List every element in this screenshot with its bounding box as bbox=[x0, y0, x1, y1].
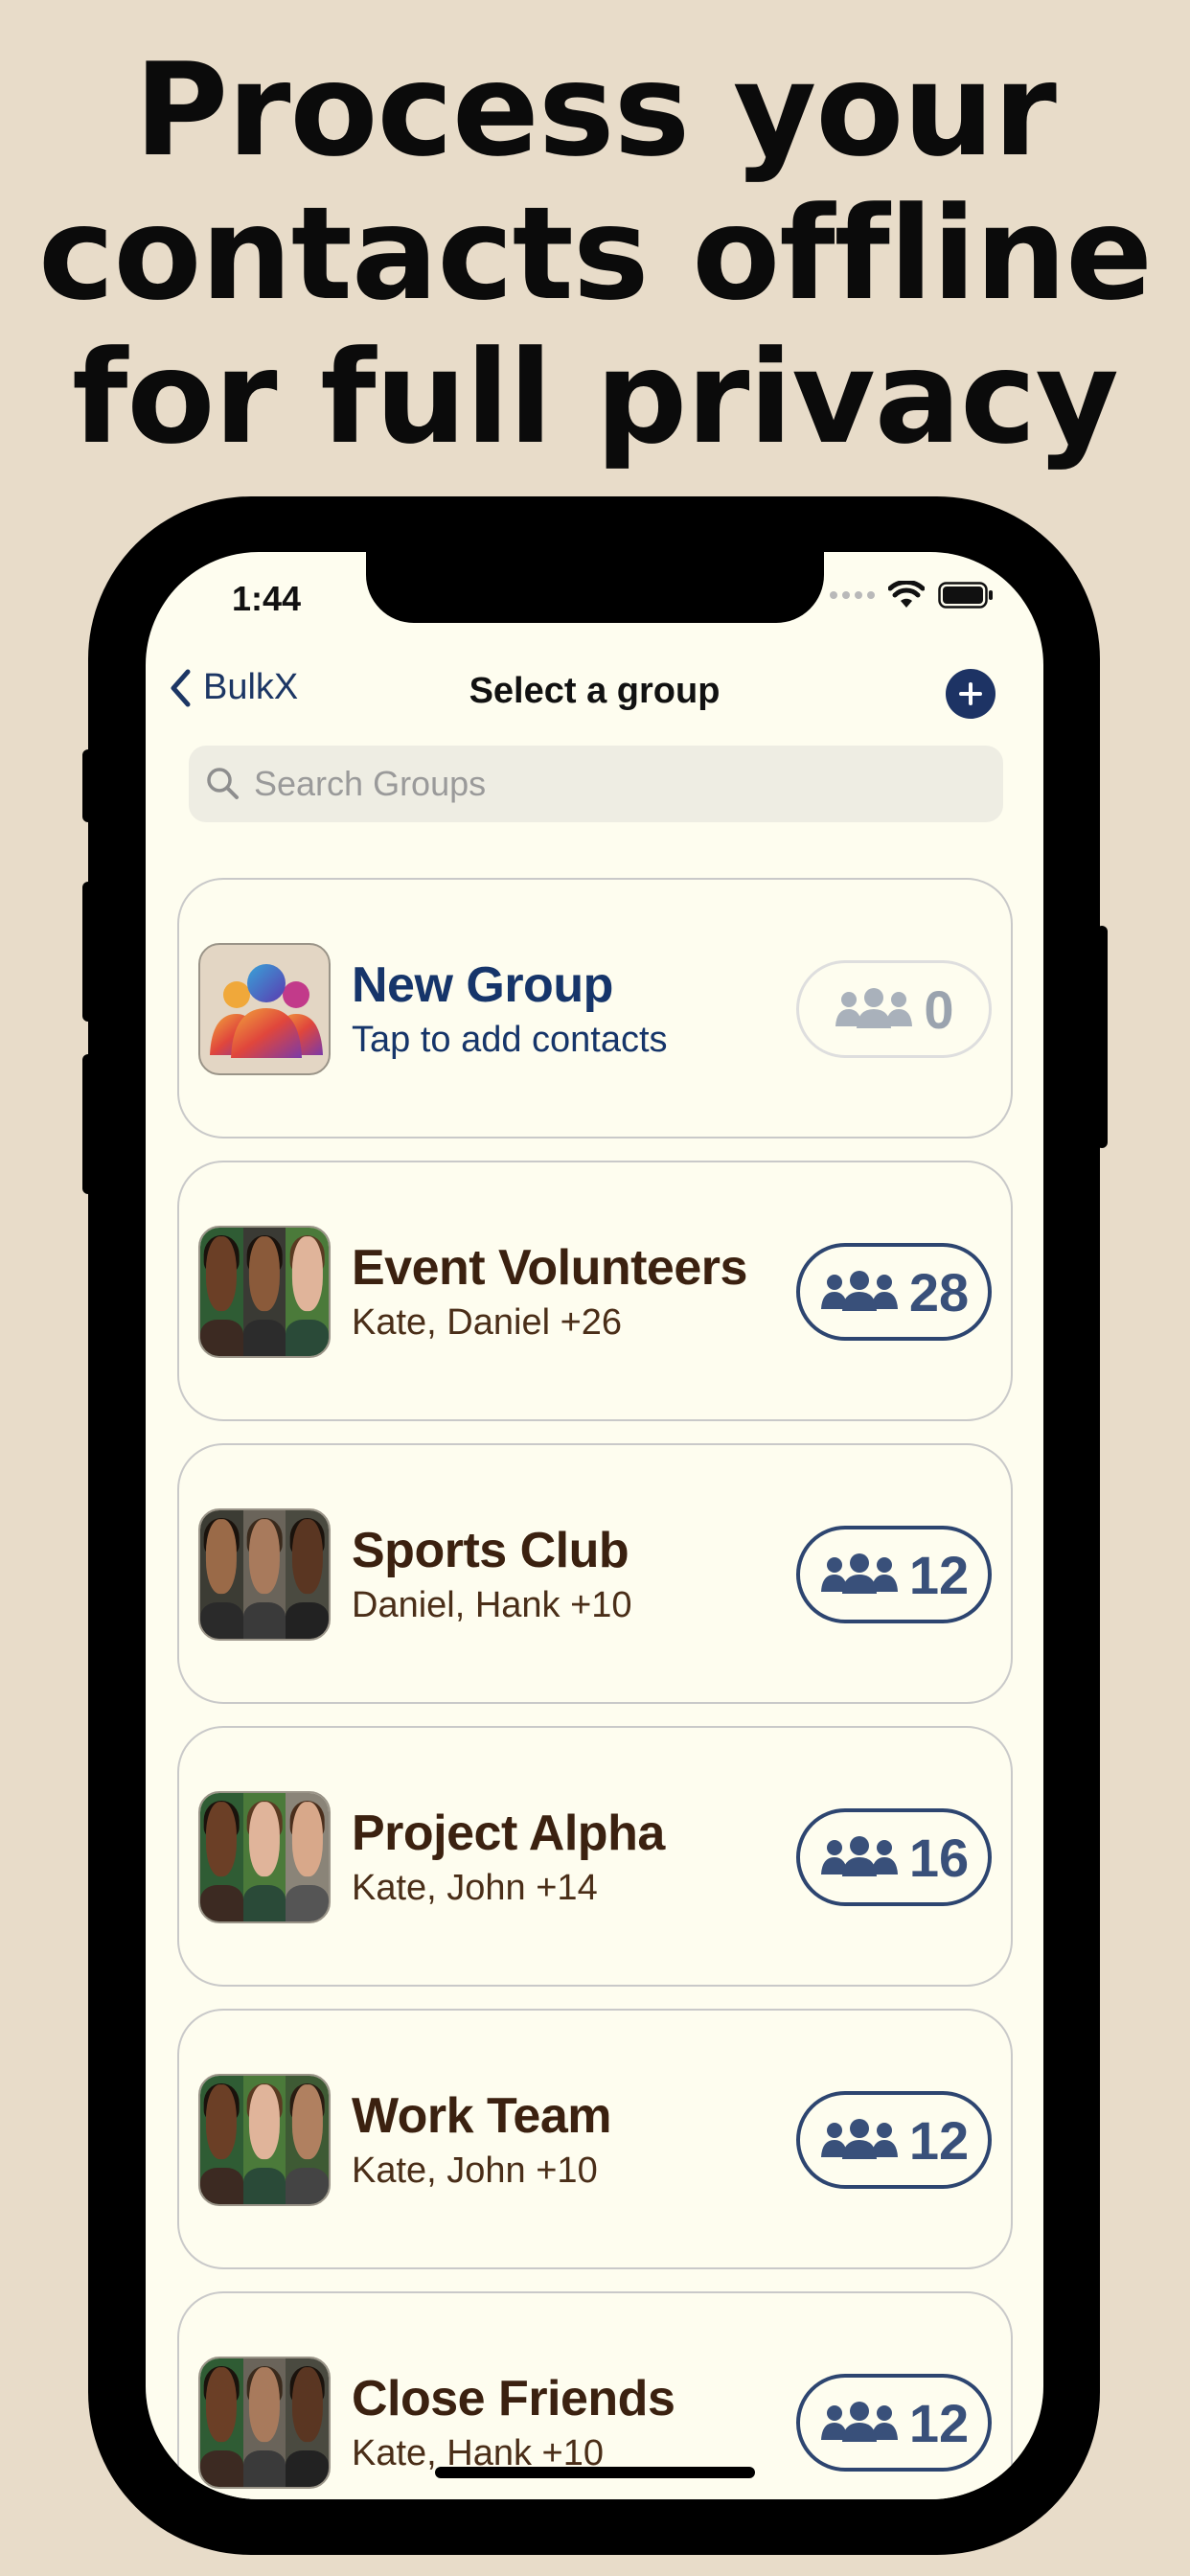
phone-volume-up bbox=[82, 882, 94, 1022]
home-indicator[interactable] bbox=[435, 2467, 755, 2478]
people-group-icon bbox=[820, 1836, 898, 1876]
member-count: 12 bbox=[908, 2392, 970, 2453]
add-group-button[interactable] bbox=[946, 669, 995, 719]
group-title: Work Team bbox=[352, 2088, 612, 2144]
member-count: 0 bbox=[924, 978, 954, 1040]
group-card-event-volunteers[interactable]: Event Volunteers Kate, Daniel +26 28 bbox=[177, 1161, 1013, 1421]
member-count-badge: 28 bbox=[796, 1243, 992, 1341]
signal-dots-icon bbox=[830, 591, 875, 599]
group-subtitle: Tap to add contacts bbox=[352, 1020, 668, 1060]
group-title: Close Friends bbox=[352, 2371, 675, 2426]
group-avatar bbox=[198, 1508, 331, 1641]
people-group-icon bbox=[835, 988, 913, 1028]
group-title: Project Alpha bbox=[352, 1806, 665, 1861]
member-count-badge: 12 bbox=[796, 2091, 992, 2189]
status-time: 1:44 bbox=[232, 579, 302, 618]
plus-icon bbox=[959, 682, 982, 705]
group-text: Project Alpha Kate, John +14 bbox=[352, 1805, 665, 1909]
group-title: Sports Club bbox=[352, 1523, 629, 1578]
search-bar[interactable] bbox=[189, 746, 1003, 822]
group-avatar bbox=[198, 1226, 331, 1358]
headline-line-1: Process your bbox=[134, 35, 1057, 185]
group-text: Sports Club Daniel, Hank +10 bbox=[352, 1522, 632, 1626]
page-title: Select a group bbox=[469, 671, 721, 711]
headline-line-3: for full privacy bbox=[72, 323, 1119, 472]
group-subtitle: Kate, Daniel +26 bbox=[352, 1302, 623, 1343]
group-avatar bbox=[198, 2357, 331, 2489]
member-count-badge: 16 bbox=[796, 1808, 992, 1906]
group-card-sports-club[interactable]: Sports Club Daniel, Hank +10 12 bbox=[177, 1443, 1013, 1704]
group-card-new-group[interactable]: New Group Tap to add contacts 0 bbox=[177, 878, 1013, 1138]
group-title: Event Volunteers bbox=[352, 1240, 747, 1296]
headline: Process your contacts offline for full p… bbox=[0, 38, 1190, 470]
people-group-icon bbox=[820, 2402, 898, 2442]
group-text: Event Volunteers Kate, Daniel +26 bbox=[352, 1239, 747, 1344]
group-text: Close Friends Kate, Hank +10 bbox=[352, 2370, 675, 2474]
headline-line-2: contacts offline bbox=[37, 179, 1153, 329]
phone-screen: 1:44 BulkX Select a group Search Groups … bbox=[146, 552, 1043, 2499]
group-card-work-team[interactable]: Work Team Kate, John +10 12 bbox=[177, 2009, 1013, 2269]
group-text: Work Team Kate, John +10 bbox=[352, 2087, 612, 2192]
group-card-project-alpha[interactable]: Project Alpha Kate, John +14 16 bbox=[177, 1726, 1013, 1987]
member-count: 12 bbox=[908, 2109, 970, 2171]
status-icons bbox=[830, 581, 994, 610]
phone-power-button bbox=[1096, 926, 1108, 1148]
member-count-badge: 12 bbox=[796, 2374, 992, 2472]
group-subtitle: Kate, John +14 bbox=[352, 1868, 598, 1908]
phone-volume-down bbox=[82, 1054, 94, 1194]
new-group-icon bbox=[198, 943, 331, 1075]
member-count-badge: 0 bbox=[796, 960, 992, 1058]
search-input[interactable] bbox=[254, 764, 982, 804]
member-count-badge: 12 bbox=[796, 1526, 992, 1623]
search-icon bbox=[207, 768, 239, 799]
phone-side-button bbox=[82, 749, 94, 822]
people-group-icon bbox=[820, 2119, 898, 2159]
people-group-icon bbox=[820, 1271, 898, 1311]
group-avatar bbox=[198, 2074, 331, 2206]
wifi-icon bbox=[888, 581, 925, 608]
group-avatar bbox=[198, 1791, 331, 1923]
member-count: 16 bbox=[908, 1827, 970, 1888]
people-group-icon bbox=[820, 1553, 898, 1594]
group-subtitle: Kate, John +10 bbox=[352, 2150, 598, 2191]
battery-icon bbox=[938, 582, 993, 609]
member-count: 28 bbox=[908, 1261, 970, 1322]
group-list: New Group Tap to add contacts 0 Event Vo bbox=[177, 878, 1013, 2499]
notch bbox=[366, 552, 824, 623]
group-title: New Group bbox=[352, 957, 613, 1013]
member-count: 12 bbox=[908, 1544, 970, 1605]
group-subtitle: Daniel, Hank +10 bbox=[352, 1585, 632, 1625]
group-text: New Group Tap to add contacts bbox=[352, 956, 668, 1061]
